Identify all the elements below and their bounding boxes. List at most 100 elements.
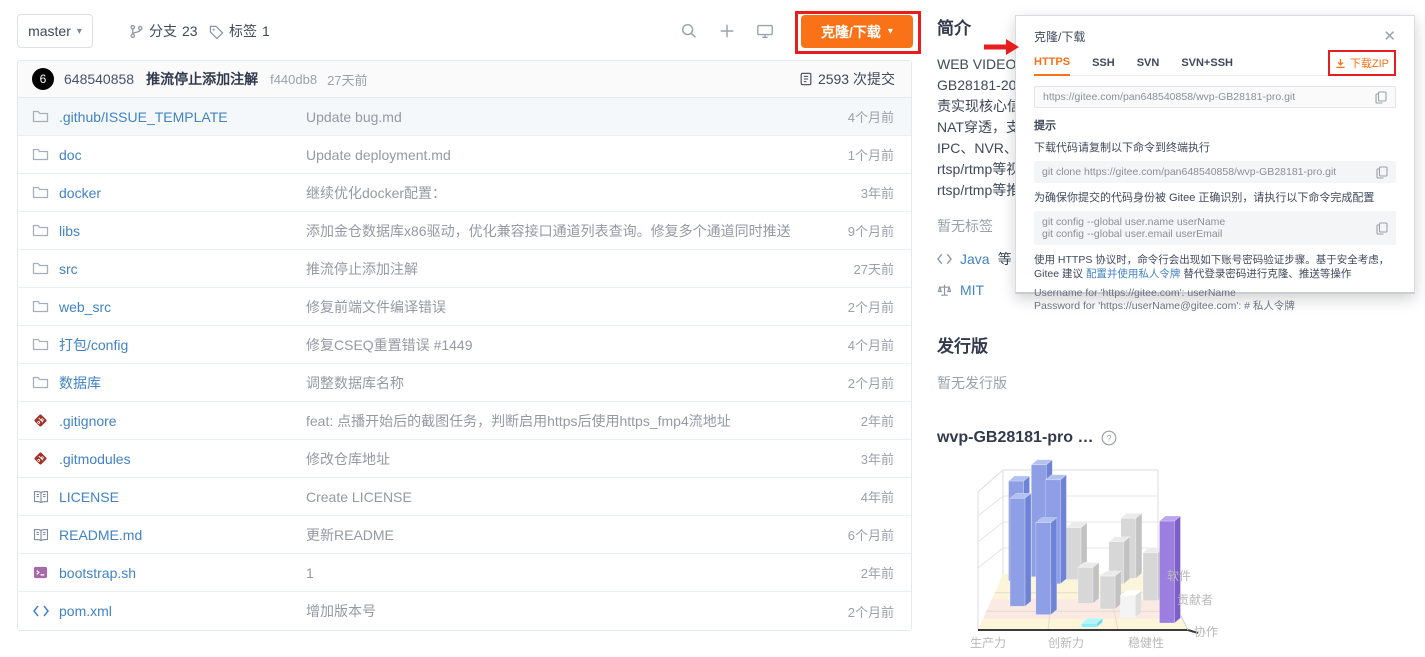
tag-icon (209, 24, 224, 39)
repo-eval-title-row: wvp-GB28181-pro … ? (937, 429, 1415, 447)
chart-bar-white (1120, 590, 1141, 617)
git-config-command-box[interactable]: git config --global user.name userName g… (1034, 211, 1396, 245)
file-name-link[interactable]: .gitignore (59, 413, 117, 429)
file-commit-message[interactable]: 增加版本号 (306, 601, 801, 621)
download-zip-label: 下载ZIP (1350, 55, 1389, 71)
file-commit-time: 2年前 (861, 411, 911, 430)
branch-selector[interactable]: master ▾ (17, 14, 93, 48)
copy-icon[interactable] (1375, 91, 1387, 104)
language-link[interactable]: Java (960, 251, 990, 267)
branches-label: 分支 (149, 21, 177, 41)
table-row: .gitignore feat: 点播开始后的截图任务，判断启用https后使用h… (18, 402, 911, 440)
annotation-arrow (984, 36, 1020, 56)
commit-short-sha[interactable]: f440db8 (270, 72, 317, 87)
close-icon[interactable]: ✕ (1383, 29, 1396, 44)
file-name-link[interactable]: doc (59, 147, 82, 163)
file-commit-message[interactable]: Create LICENSE (306, 489, 801, 505)
file-name-link[interactable]: 打包/config (59, 335, 128, 355)
search-icon[interactable] (680, 22, 698, 40)
license-link[interactable]: MIT (960, 282, 984, 298)
file-commit-message[interactable]: 修改仓库地址 (306, 449, 801, 469)
file-name-link[interactable]: docker (59, 185, 101, 201)
file-commit-message[interactable]: 添加金仓数据库x86驱动，优化兼容接口通道列表查询。修复多个通道同时推送 (306, 221, 801, 241)
download-icon (1335, 58, 1346, 69)
file-name-link[interactable]: web_src (59, 299, 111, 315)
code-icon (32, 603, 49, 620)
avatar[interactable]: 6 (32, 68, 54, 90)
credentials-example: Username for 'https://gitee.com': userNa… (1034, 287, 1396, 313)
plus-icon[interactable] (718, 22, 736, 40)
clone-download-button[interactable]: 克隆/下载 ▾ (801, 15, 913, 48)
folder-icon (32, 184, 49, 201)
monitor-icon[interactable] (756, 22, 774, 40)
file-name-link[interactable]: README.md (59, 527, 142, 543)
branches-count: 23 (182, 23, 198, 39)
file-commit-time: 3年前 (861, 183, 911, 202)
file-name-link[interactable]: src (59, 261, 78, 277)
file-commit-time: 2年前 (861, 563, 911, 582)
commits-count-link[interactable]: 2593 次提交 (799, 69, 895, 89)
commit-time: 27天前 (327, 70, 367, 89)
clone-url-field[interactable]: https://gitee.com/pan648540858/wvp-GB281… (1034, 86, 1396, 108)
table-row: docker 继续优化docker配置： 3年前 (18, 174, 911, 212)
popup-tab-svn[interactable]: SVN (1137, 57, 1160, 75)
file-commit-message[interactable]: feat: 点播开始后的截图任务，判断启用https后使用https_fmp4流… (306, 411, 801, 431)
commits-count-label: 2593 次提交 (818, 69, 895, 89)
copy-icon[interactable] (1376, 166, 1388, 179)
file-name-link[interactable]: libs (59, 223, 80, 239)
file-table-body: .github/ISSUE_TEMPLATEUpdate bug.md4个月前d… (18, 98, 911, 630)
git-clone-command-box[interactable]: git clone https://gitee.com/pan648540858… (1034, 161, 1396, 183)
popup-tab-svn-ssh[interactable]: SVN+SSH (1181, 57, 1233, 75)
file-name-link[interactable]: .gitmodules (59, 451, 131, 467)
copy-icon[interactable] (1376, 222, 1388, 235)
table-row: .github/ISSUE_TEMPLATEUpdate bug.md4个月前 (18, 98, 911, 136)
table-row: pom.xml增加版本号2个月前 (18, 592, 911, 630)
file-name-link[interactable]: LICENSE (59, 489, 119, 505)
git-clone-command: git clone https://gitee.com/pan648540858… (1042, 166, 1336, 179)
popup-tabs: HTTPS SSH SVN SVN+SSH 下载ZIP (1034, 54, 1396, 76)
file-name-link[interactable]: bootstrap.sh (59, 565, 136, 581)
download-zip-button[interactable]: 下载ZIP (1328, 50, 1396, 76)
file-commit-time: 2个月前 (848, 373, 911, 392)
file-commit-message[interactable]: 调整数据库名称 (306, 373, 801, 393)
file-commit-message[interactable]: 继续优化docker配置： (306, 183, 801, 203)
commit-message-link[interactable]: 推流停止添加注解 (146, 69, 258, 89)
chevron-down-icon: ▾ (77, 26, 82, 37)
popup-tab-ssh[interactable]: SSH (1092, 57, 1115, 75)
tip-download-text: 下载代码请复制以下命令到终端执行 (1034, 139, 1396, 155)
tip-title: 提示 (1034, 117, 1396, 133)
branches-stat[interactable]: 分支 23 (129, 21, 198, 41)
repo-eval-title: wvp-GB28181-pro … (937, 429, 1093, 447)
commit-author-link[interactable]: 648540858 (64, 71, 134, 87)
chart-bar-gray (1078, 562, 1099, 603)
chart-bar-blue (1010, 493, 1031, 606)
table-row: 数据库 调整数据库名称 2个月前 (18, 364, 911, 402)
file-commit-message[interactable]: 推流停止添加注解 (306, 259, 801, 279)
help-question-icon[interactable]: ? (1101, 430, 1117, 446)
svg-text:?: ? (1107, 433, 1112, 443)
repo-toolbar: master ▾ 分支 23 标签 1 克 (17, 12, 912, 52)
file-name-link[interactable]: .github/ISSUE_TEMPLATE (59, 109, 228, 125)
folder-icon (32, 260, 49, 277)
book-icon (32, 488, 49, 505)
file-commit-message[interactable]: Update bug.md (306, 109, 801, 125)
file-name-link[interactable]: pom.xml (59, 603, 112, 619)
table-row: .gitmodules 修改仓库地址 3年前 (18, 440, 911, 478)
file-commit-message[interactable]: 修复CSEQ重置错误 #1449 (306, 335, 801, 355)
file-commit-time: 9个月前 (848, 221, 911, 240)
private-token-link[interactable]: 配置并使用私人令牌 (1086, 268, 1181, 280)
file-commit-message[interactable]: Update deployment.md (306, 147, 801, 163)
tags-stat[interactable]: 标签 1 (209, 21, 270, 41)
file-commit-time: 2个月前 (848, 297, 911, 316)
file-commit-message[interactable]: 修复前端文件编译错误 (306, 297, 801, 317)
file-commit-message[interactable]: 更新README (306, 525, 801, 545)
chart-z-label: 协作 (1194, 624, 1218, 639)
folder-icon (32, 298, 49, 315)
repo-eval-chart: 生产力创新力稳健性软件贡献者协作 (948, 452, 1248, 652)
table-row: libs 添加金仓数据库x86驱动，优化兼容接口通道列表查询。修复多个通道同时推送… (18, 212, 911, 250)
file-commit-time: 3年前 (861, 449, 911, 468)
commits-journal-icon (799, 72, 813, 86)
file-commit-message[interactable]: 1 (306, 565, 801, 581)
popup-tab-https[interactable]: HTTPS (1034, 56, 1070, 76)
file-name-link[interactable]: 数据库 (59, 373, 101, 393)
